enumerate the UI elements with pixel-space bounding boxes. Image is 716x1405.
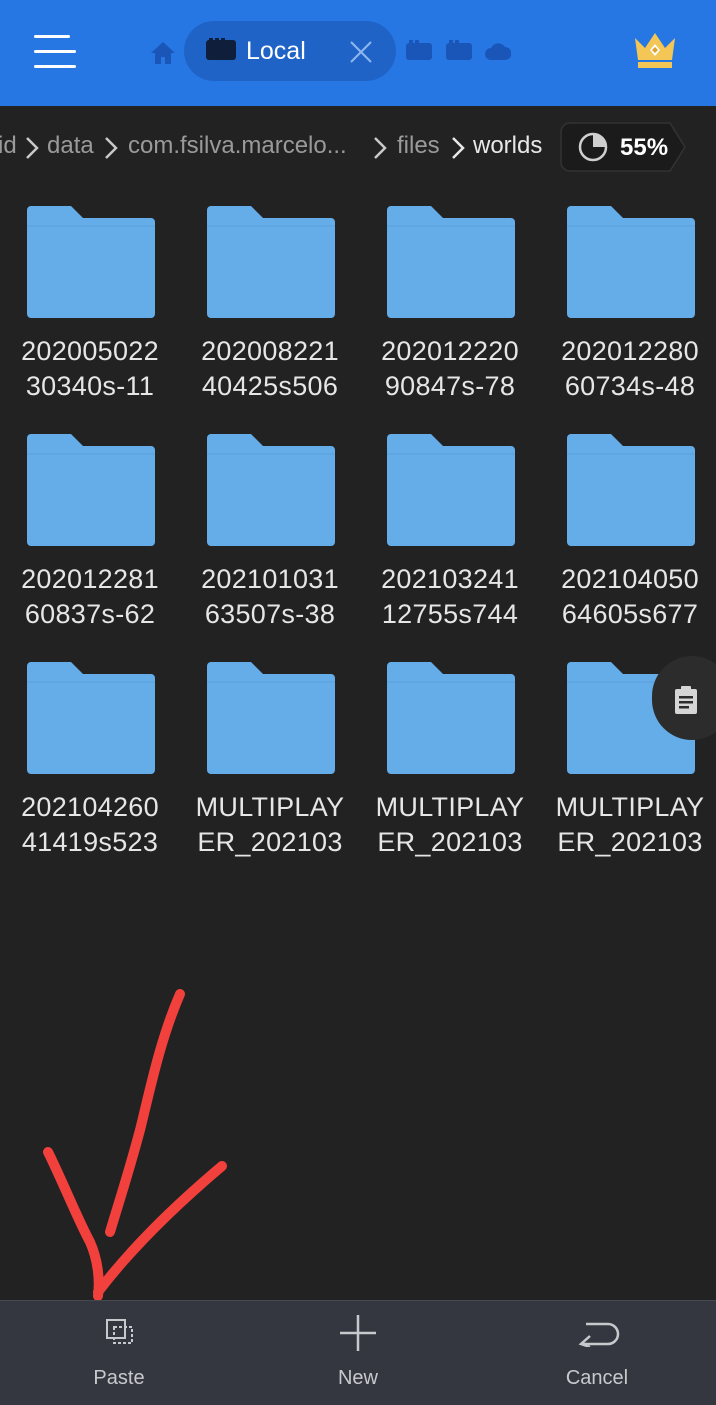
folder-name-line: 202101031 xyxy=(201,564,339,594)
breadcrumb-item[interactable]: files xyxy=(397,132,440,160)
plus-icon xyxy=(340,1315,376,1351)
folder-name-line: 41419s523 xyxy=(21,827,159,857)
folder-name-line: 12755s744 xyxy=(381,599,519,629)
storage-percent: 55% xyxy=(620,134,669,161)
folder-name: 202008221 40425s506 xyxy=(182,334,358,404)
folder-name-line: 30340s-11 xyxy=(25,371,155,401)
folder-name-line: 202008221 xyxy=(201,336,339,366)
folder-icon xyxy=(27,434,155,546)
hamburger-menu-icon[interactable] xyxy=(34,35,76,69)
folder-item[interactable]: 202101031 63507s-38 xyxy=(182,434,358,644)
folder-name: 202104050 64605s677 xyxy=(542,562,716,632)
storage-pie-icon xyxy=(578,132,608,162)
chevron-right-icon xyxy=(26,137,39,159)
folder-icon xyxy=(207,662,335,774)
folder-name: 202104260 41419s523 xyxy=(2,790,178,860)
folder-name-line: 202104050 xyxy=(561,564,699,594)
folder-name-line: 202012281 xyxy=(21,564,159,594)
folder-item[interactable]: 202008221 40425s506 xyxy=(182,206,358,416)
folder-icon xyxy=(27,662,155,774)
cloud-icon[interactable] xyxy=(485,41,511,61)
crown-icon[interactable] xyxy=(632,30,678,70)
folder-name-line: ER_202103 xyxy=(197,827,343,857)
new-button[interactable]: New xyxy=(239,1301,477,1405)
folder-name-line: 64605s677 xyxy=(561,599,699,629)
folder-name-line: 202012280 xyxy=(561,336,699,366)
folder-icon xyxy=(387,206,515,318)
paste-icon xyxy=(106,1319,133,1344)
folder-name: 202101031 63507s-38 xyxy=(182,562,358,632)
folder-name-line: 202005022 xyxy=(21,336,159,366)
folder-item[interactable]: 202012280 60734s-48 xyxy=(542,206,716,416)
folder-name-line: 60837s-62 xyxy=(24,599,156,629)
close-tab-icon[interactable] xyxy=(349,40,373,64)
chevron-right-icon xyxy=(105,137,118,159)
folder-name-line: MULTIPLAY xyxy=(555,792,705,822)
cancel-label: Cancel xyxy=(565,1367,629,1389)
sd-card-icon[interactable] xyxy=(406,40,432,62)
bottom-action-bar: Paste New Cancel xyxy=(0,1300,716,1405)
breadcrumb-item[interactable]: data xyxy=(47,132,94,160)
top-app-bar: Local xyxy=(0,0,716,106)
folder-item[interactable]: 202104260 41419s523 xyxy=(2,662,178,872)
folder-name-line: 40425s506 xyxy=(201,371,339,401)
breadcrumb-item[interactable]: id xyxy=(0,132,17,160)
folder-name: 202012281 60837s-62 xyxy=(2,562,178,632)
folder-item[interactable]: 202012281 60837s-62 xyxy=(2,434,178,644)
folder-icon xyxy=(207,434,335,546)
folder-icon xyxy=(387,662,515,774)
folder-item[interactable]: 202104050 64605s677 xyxy=(542,434,716,644)
folder-name-line: 60734s-48 xyxy=(564,371,696,401)
folder-name: MULTIPLAY ER_202103 xyxy=(362,790,538,860)
folder-icon xyxy=(567,434,695,546)
folder-name: 202012280 60734s-48 xyxy=(542,334,716,404)
sd-card-icon xyxy=(206,38,236,60)
folder-item[interactable]: 202012220 90847s-78 xyxy=(362,206,538,416)
folder-icon xyxy=(387,434,515,546)
folder-name-line: MULTIPLAY xyxy=(195,792,345,822)
folder-icon xyxy=(27,206,155,318)
clipboard-icon xyxy=(675,686,697,714)
folder-item[interactable]: MULTIPLAY ER_202103 xyxy=(362,662,538,872)
chevron-right-icon xyxy=(452,137,465,159)
new-label: New xyxy=(337,1367,378,1389)
paste-button[interactable]: Paste xyxy=(0,1301,238,1405)
folder-name: MULTIPLAY ER_202103 xyxy=(542,790,716,860)
folder-item[interactable]: 202103241 12755s744 xyxy=(362,434,538,644)
folder-name: 202103241 12755s744 xyxy=(362,562,538,632)
folder-icon xyxy=(567,206,695,318)
folder-item[interactable]: 202005022 30340s-11 xyxy=(2,206,178,416)
folder-name-line: 63507s-38 xyxy=(204,599,336,629)
chevron-right-icon xyxy=(374,137,387,159)
folder-name: 202005022 30340s-11 xyxy=(2,334,178,404)
paste-label: Paste xyxy=(93,1367,145,1389)
tab-local-label: Local xyxy=(246,37,306,65)
folder-name-line: ER_202103 xyxy=(377,827,523,857)
folder-item[interactable]: MULTIPLAY ER_202103 xyxy=(182,662,358,872)
folder-name-line: 202103241 xyxy=(381,564,519,594)
undo-return-icon xyxy=(578,1322,620,1347)
annotation-arrow xyxy=(43,989,227,1300)
folder-name-line: 90847s-78 xyxy=(384,371,516,401)
folder-name-line: 202104260 xyxy=(21,792,159,822)
folder-icon xyxy=(207,206,335,318)
folder-name-line: 202012220 xyxy=(381,336,519,366)
folder-name-line: ER_202103 xyxy=(557,827,703,857)
sd-card-icon[interactable] xyxy=(446,40,472,62)
folder-name: 202012220 90847s-78 xyxy=(362,334,538,404)
folder-name: MULTIPLAY ER_202103 xyxy=(182,790,358,860)
tab-local[interactable]: Local xyxy=(184,21,396,81)
cancel-button[interactable]: Cancel xyxy=(478,1301,716,1405)
breadcrumb-item[interactable]: com.fsilva.marcelo... xyxy=(128,132,347,160)
breadcrumb-current[interactable]: worlds xyxy=(473,132,542,160)
folder-name-line: MULTIPLAY xyxy=(375,792,525,822)
storage-usage-badge[interactable]: 55% xyxy=(560,122,686,172)
home-icon[interactable] xyxy=(150,41,176,65)
